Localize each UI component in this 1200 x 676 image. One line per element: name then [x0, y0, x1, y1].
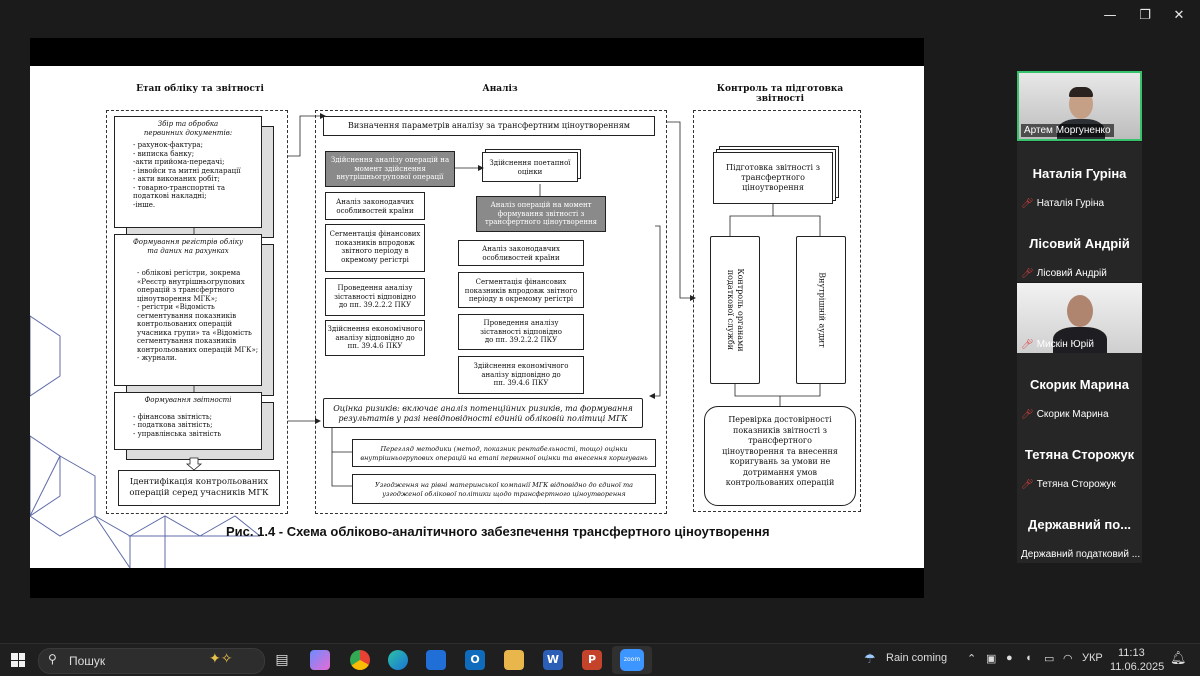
chevron-up-icon[interactable]: ⌃ [967, 652, 976, 665]
participant-name: Артем Моргуненко [1021, 124, 1114, 137]
mic-muted-icon: 🎤︎ [1021, 479, 1034, 490]
file-explorer-icon[interactable] [504, 650, 524, 670]
participant-tile[interactable]: Тетяна Сторожук 🎤︎ Тетяна Сторожук [1017, 423, 1142, 493]
copilot-sparkle-icon: ✦✧ [209, 651, 233, 667]
mic-muted-icon: 🎤︎ [1021, 268, 1034, 279]
participant-name: Наталія Гуріна [1036, 198, 1105, 209]
outlook-icon[interactable]: O [465, 650, 485, 670]
wifi-icon[interactable]: ◠ [1063, 652, 1073, 665]
chrome-icon[interactable] [350, 650, 370, 670]
restore-icon[interactable]: ❐ [1133, 8, 1157, 23]
minimize-icon[interactable]: — [1098, 8, 1122, 23]
search-box[interactable]: ⚲ Пошук ✦✧ [38, 648, 265, 674]
participant-display-name: Наталія Гуріна [1032, 166, 1127, 181]
diagram-connectors [185, 113, 821, 487]
participant-name: Державний податковий ... [1021, 549, 1141, 560]
mic-muted-icon: 🎤︎ [1021, 339, 1034, 350]
mic-muted-icon: 🎤︎ [1021, 409, 1034, 420]
participant-tile[interactable]: Державний по... Державний податковий ... [1017, 493, 1142, 563]
participant-tile[interactable]: Скорик Марина 🎤︎ Скорик Марина [1017, 353, 1142, 423]
edge-icon[interactable] [388, 650, 408, 670]
copilot-icon[interactable] [310, 650, 330, 670]
powerpoint-icon[interactable]: P [582, 650, 602, 670]
participant-tile-active[interactable]: Артем Моргуненко [1017, 71, 1142, 141]
clock-time[interactable]: 11:13 [1118, 647, 1145, 659]
participant-display-name: Лісовий Андрій [1029, 236, 1130, 251]
language-indicator[interactable]: УКР [1082, 652, 1103, 664]
participant-name: Скорик Марина [1036, 409, 1109, 420]
active-app-highlight [612, 646, 652, 674]
participant-display-name: Скорик Марина [1030, 377, 1129, 392]
participant-tile[interactable]: Лісовий Андрій 🎤︎ Лісовий Андрій [1017, 212, 1142, 282]
taskbar: ⚲ Пошук ✦✧ ▤ O W P zoom ☂ Rain coming ⌃ … [0, 643, 1200, 676]
participant-name: Лісовий Андрій [1036, 268, 1107, 279]
store-icon[interactable] [426, 650, 446, 670]
participant-tile[interactable]: 🎤︎ Мискін Юрій [1017, 283, 1142, 353]
participant-display-name: Тетяна Сторожук [1024, 447, 1135, 462]
mic-muted-icon: 🎤︎ [1021, 198, 1034, 209]
slide-caption: Рис. 1.4 - Схема обліково-аналітичного з… [226, 524, 770, 539]
participant-tile[interactable]: Наталія Гуріна 🎤︎ Наталія Гуріна [1017, 142, 1142, 212]
weather-text[interactable]: Rain coming [886, 652, 947, 664]
windows-start-icon[interactable] [11, 653, 25, 667]
search-icon: ⚲ [48, 652, 57, 666]
device-icon[interactable]: ▣ [986, 652, 996, 665]
task-view-icon[interactable]: ▤ [272, 650, 292, 670]
weather-icon[interactable]: ☂ [864, 651, 876, 667]
participant-name: Тетяна Сторожук [1036, 479, 1116, 490]
presentation-slide: Етап обліку та звітності Аналіз Контроль… [30, 66, 924, 568]
speaker-icon[interactable]: ◖ [1025, 652, 1032, 664]
battery-icon[interactable]: ▭ [1044, 652, 1054, 665]
shared-screen: Етап обліку та звітності Аналіз Контроль… [30, 38, 924, 598]
notification-bell-icon[interactable]: 🔔︎ [1170, 650, 1187, 666]
participant-name: Мискін Юрій [1036, 339, 1094, 350]
word-icon[interactable]: W [543, 650, 563, 670]
clock-date[interactable]: 11.06.2025 [1110, 661, 1164, 673]
participant-display-name: Державний по... [1027, 517, 1132, 532]
close-icon[interactable]: ✕ [1167, 8, 1191, 23]
search-placeholder: Пошук [69, 654, 106, 668]
microphone-icon[interactable]: ● [1006, 652, 1013, 664]
